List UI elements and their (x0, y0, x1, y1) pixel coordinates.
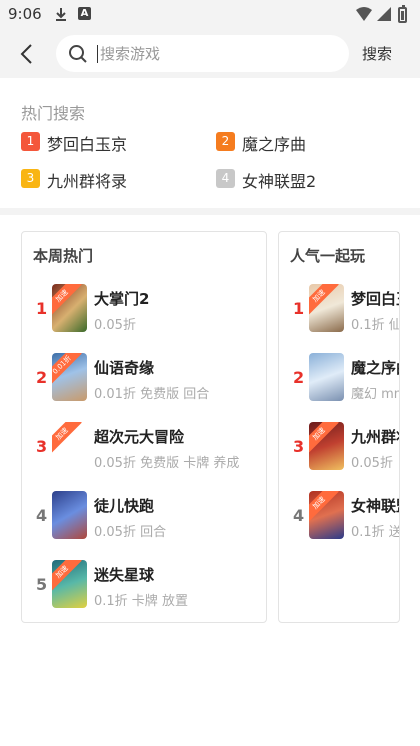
game-name: 女神联盟2 (351, 497, 399, 515)
rank-number: 2 (36, 368, 48, 387)
game-meta: 魔幻 mmo (351, 387, 399, 402)
rank-number: 4 (36, 506, 48, 525)
game-icon: 加速 (52, 284, 87, 332)
game-tag: 0.01折 (52, 353, 82, 385)
game-meta: 0.05折 (94, 318, 136, 333)
rank-number: 3 (36, 437, 48, 456)
card-title: 本周热门 (33, 247, 94, 265)
hot-search-item[interactable]: 2 魔之序曲 (216, 131, 396, 154)
game-icon: 加速 (309, 491, 344, 539)
hot-search-label: 梦回白玉京 (47, 135, 128, 154)
status-bar: 9:06 A (0, 0, 420, 30)
game-icon: 加速 (309, 284, 344, 332)
game-icon: 0.01折 (52, 353, 87, 401)
game-tag: 加速 (52, 560, 82, 592)
text-cursor (97, 45, 98, 63)
hot-search-title: 热门搜索 (21, 104, 86, 123)
game-name: 梦回白玉京 (351, 290, 399, 308)
game-tag: 加速 (309, 284, 339, 316)
game-name: 魔之序曲 (351, 359, 399, 377)
rank-number: 1 (293, 299, 305, 318)
search-input[interactable] (100, 35, 330, 72)
game-tag: 加速 (52, 422, 82, 454)
hot-rank-badge: 4 (216, 169, 235, 188)
game-row[interactable]: 4 加速 女神联盟2 0.1折 送 (279, 491, 400, 543)
rank-number: 2 (293, 368, 305, 387)
popular-play-card: 人气一起玩 1 加速 梦回白玉京 0.1折 仙侠 2 魔之序曲 魔幻 mmo 3… (278, 231, 400, 623)
hot-search-label: 九州群将录 (47, 172, 128, 191)
rank-number: 1 (36, 299, 48, 318)
game-tag: 加速 (52, 284, 82, 316)
search-box[interactable] (56, 35, 349, 72)
game-icon (309, 353, 344, 401)
game-meta: 0.01折 免费版 回合 (94, 387, 210, 402)
rank-number: 3 (293, 437, 305, 456)
hot-rank-badge: 1 (21, 132, 40, 151)
search-icon (69, 45, 87, 63)
game-tag: 加速 (309, 422, 339, 454)
rank-number: 4 (293, 506, 305, 525)
section-divider (0, 208, 420, 215)
hot-rank-badge: 3 (21, 169, 40, 188)
download-icon (56, 8, 66, 21)
rank-number: 5 (36, 575, 48, 594)
hot-search-item[interactable]: 4 女神联盟2 (216, 168, 396, 191)
game-name: 仙语奇缘 (94, 359, 155, 377)
hot-search-item[interactable]: 3 九州群将录 (21, 168, 201, 191)
hot-search-label: 女神联盟2 (242, 172, 317, 191)
game-row[interactable]: 1 加速 大掌门2 0.05折 (22, 284, 266, 336)
a-icon: A (78, 7, 91, 20)
game-icon (52, 491, 87, 539)
game-row[interactable]: 4 徒儿快跑 0.05折 回合 (22, 491, 266, 543)
game-name: 超次元大冒险 (94, 428, 185, 446)
game-icon: 加速 (52, 422, 87, 470)
game-row[interactable]: 2 0.01折 仙语奇缘 0.01折 免费版 回合 (22, 353, 266, 405)
back-arrow-icon[interactable] (14, 40, 42, 68)
signal-icon (377, 7, 391, 21)
game-icon: 加速 (52, 560, 87, 608)
game-meta: 0.1折 送 (351, 525, 400, 540)
search-button[interactable]: 搜索 (362, 43, 392, 64)
game-icon: 加速 (309, 422, 344, 470)
game-tag: 加速 (309, 491, 339, 523)
game-meta: 0.05折 回合 (94, 525, 167, 540)
game-row[interactable]: 5 加速 迷失星球 0.1折 卡牌 放置 (22, 560, 266, 612)
game-row[interactable]: 3 加速 超次元大冒险 0.05折 免费版 卡牌 养成 (22, 422, 266, 474)
game-row[interactable]: 3 加速 九州群将录 0.05折 (279, 422, 399, 474)
game-row[interactable]: 2 魔之序曲 魔幻 mmo (279, 353, 399, 405)
card-title: 人气一起玩 (290, 247, 366, 265)
battery-icon (398, 5, 407, 23)
game-meta: 0.05折 免费版 卡牌 养成 (94, 456, 240, 471)
wifi-icon (356, 7, 372, 21)
hot-search-label: 魔之序曲 (242, 135, 307, 154)
game-name: 徒儿快跑 (94, 497, 155, 515)
game-name: 九州群将录 (351, 428, 399, 446)
game-meta: 0.05折 (351, 456, 393, 471)
game-row[interactable]: 1 加速 梦回白玉京 0.1折 仙侠 (279, 284, 399, 336)
status-time: 9:06 (8, 5, 42, 23)
search-header: 搜索 (0, 30, 420, 78)
hot-rank-badge: 2 (216, 132, 235, 151)
game-name: 迷失星球 (94, 566, 155, 584)
game-name: 大掌门2 (94, 290, 150, 308)
hot-search-item[interactable]: 1 梦回白玉京 (21, 131, 201, 154)
weekly-hot-card: 本周热门 1 加速 大掌门2 0.05折 2 0.01折 仙语奇缘 0.01折 … (21, 231, 267, 623)
game-meta: 0.1折 仙侠 (351, 318, 399, 333)
game-meta: 0.1折 卡牌 放置 (94, 594, 188, 609)
